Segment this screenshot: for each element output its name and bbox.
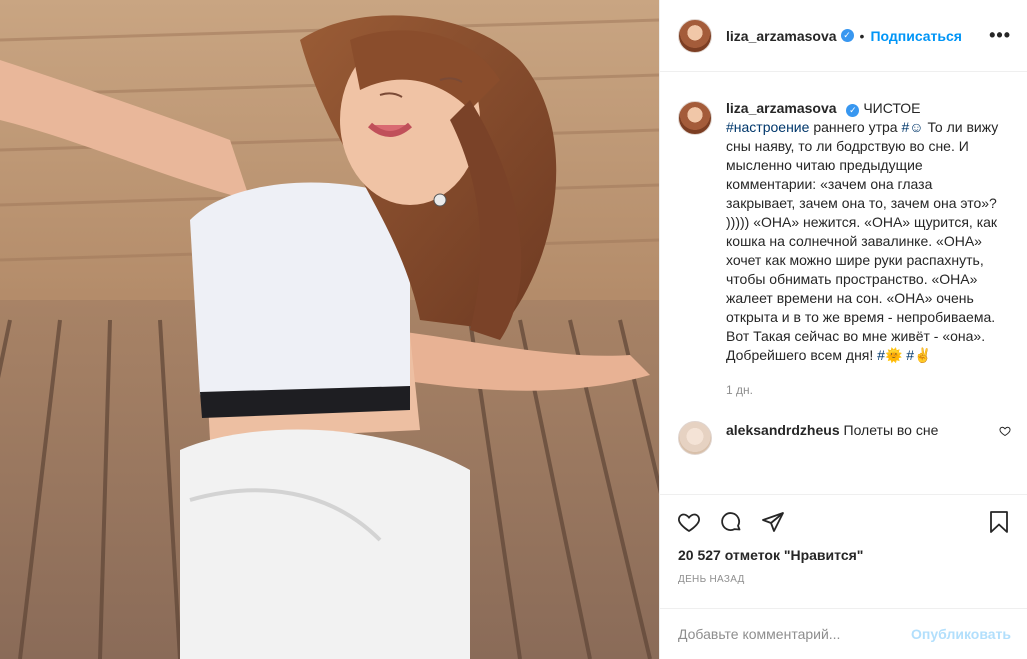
verified-icon: ✓ [846, 104, 860, 117]
commenter-avatar[interactable] [678, 421, 712, 455]
hashtag-link[interactable]: #🌞 [877, 347, 902, 363]
photo-illustration [0, 0, 659, 659]
separator-dot: • [859, 27, 865, 44]
verified-icon: ✓ [840, 29, 854, 42]
caption-username[interactable]: liza_arzamasova [726, 100, 837, 116]
bookmark-icon[interactable] [987, 509, 1011, 535]
hashtag-link[interactable]: #✌ [906, 347, 931, 363]
add-comment-bar: Опубликовать [660, 608, 1027, 659]
more-icon[interactable]: ••• [989, 25, 1011, 46]
caption-text-1: ЧИСТОЕ [863, 100, 921, 116]
follow-button[interactable]: Подписаться [870, 28, 962, 44]
likes-count[interactable]: 20 527 отметок "Нравится" [660, 535, 1027, 563]
share-icon[interactable] [760, 510, 786, 534]
comment-icon[interactable] [718, 510, 744, 534]
author-username[interactable]: liza_arzamasova [726, 28, 837, 44]
comment-like-icon[interactable] [999, 425, 1011, 437]
heart-icon[interactable] [676, 510, 702, 534]
caption-text-2: раннего утра [813, 119, 898, 135]
caption-text: liza_arzamasova ✓ ЧИСТОЕ #настроение ран… [726, 99, 1001, 400]
post-actions: 20 527 отметок "Нравится" ДЕНЬ НАЗАД [660, 494, 1027, 609]
action-icons [660, 495, 1027, 535]
commenter-username[interactable]: aleksandrdzheus [726, 422, 840, 438]
publish-button[interactable]: Опубликовать [911, 626, 1011, 642]
hashtag-link[interactable]: #настроение [726, 119, 809, 135]
post-timestamp[interactable]: ДЕНЬ НАЗАД [660, 563, 1027, 585]
post-photo[interactable] [0, 0, 659, 659]
author-avatar[interactable] [678, 18, 712, 53]
hashtag-link[interactable]: #☺ [901, 119, 923, 135]
caption-avatar[interactable] [678, 101, 712, 135]
comments-list[interactable]: liza_arzamasova ✓ ЧИСТОЕ #настроение ран… [660, 73, 1027, 494]
caption-age[interactable]: 1 дн. [726, 381, 1001, 400]
post-sidebar: liza_arzamasova ✓ • Подписаться ••• liza… [659, 0, 1027, 659]
comment-text: aleksandrdzheus Полеты во сне [726, 421, 966, 439]
caption-text-3: То ли вижу сны наяву, то ли бодрствую во… [726, 119, 999, 363]
comment-item: aleksandrdzheus Полеты во сне [678, 421, 1011, 455]
post-caption: liza_arzamasova ✓ ЧИСТОЕ #настроение ран… [678, 99, 1011, 400]
comment-input[interactable] [678, 626, 912, 642]
post-header: liza_arzamasova ✓ • Подписаться ••• [660, 0, 1027, 72]
comment-content: Полеты во сне [843, 422, 939, 438]
